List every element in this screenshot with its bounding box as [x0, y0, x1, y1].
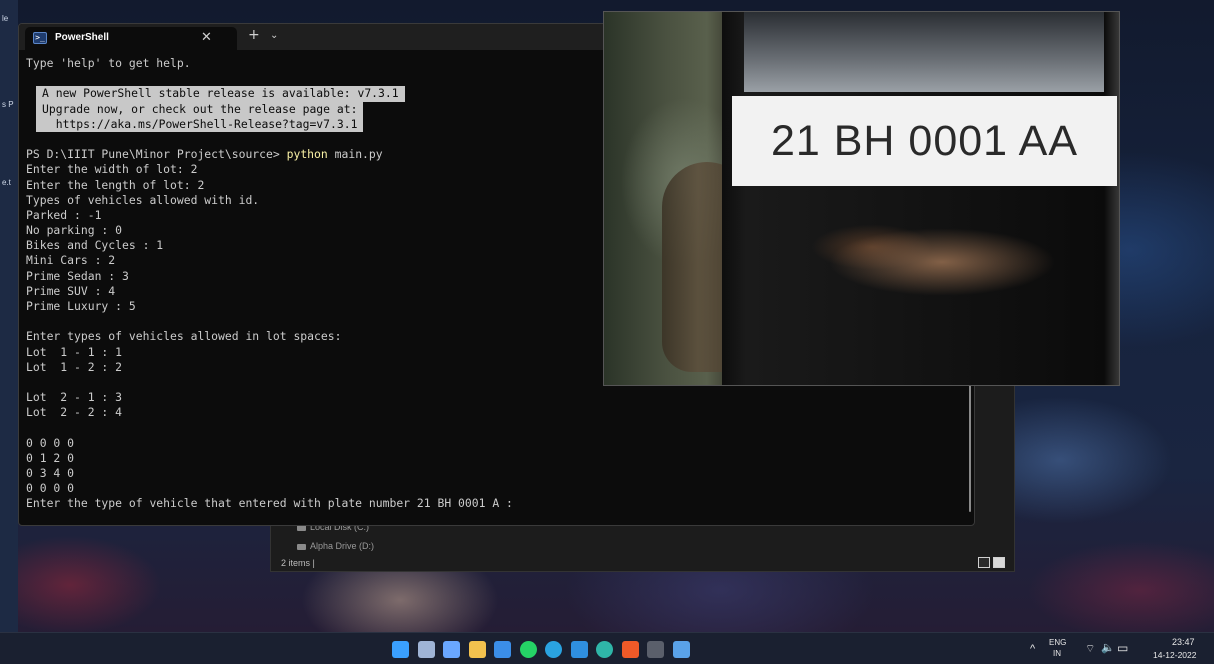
tab-powershell[interactable]: >_ PowerShell ✕ — [25, 27, 237, 50]
store-icon[interactable] — [443, 641, 460, 658]
prompt-args: main.py — [327, 147, 383, 162]
volume-icon[interactable]: 🔈 — [1101, 641, 1115, 654]
desktop-edge-label: e.t — [2, 178, 11, 187]
tray-chevron-icon[interactable]: ^ — [1030, 643, 1035, 655]
prompt-command: python — [286, 147, 328, 162]
terminal-line: Enter the type of vehicle that entered w… — [26, 496, 513, 511]
mail-icon[interactable] — [494, 641, 511, 658]
tab-title: PowerShell — [55, 32, 109, 43]
photos-icon[interactable] — [672, 641, 690, 658]
language-indicator-bottom[interactable]: IN — [1053, 649, 1061, 658]
update-notice-line: https://aka.ms/PowerShell-Release?tag=v7… — [36, 116, 364, 132]
desktop-edge-label: le — [2, 14, 9, 23]
terminal-line: 0 1 2 0 — [26, 450, 75, 465]
terminal-scrollbar[interactable] — [969, 384, 971, 512]
webcam-preview-window: 21 BH 0001 AA — [603, 11, 1120, 386]
language-indicator-top[interactable]: ENG — [1049, 638, 1066, 647]
edge-icon[interactable] — [596, 641, 613, 658]
close-tab-icon[interactable]: ✕ — [201, 30, 212, 45]
new-tab-button[interactable]: + — [248, 27, 260, 43]
terminal-line: 0 3 4 0 — [26, 466, 75, 481]
battery-icon[interactable]: ▭ — [1117, 641, 1128, 655]
details-view-button[interactable] — [978, 557, 990, 568]
explorer-status-text: 2 items | — [281, 558, 315, 568]
update-notice-line: Upgrade now, or check out the release pa… — [36, 101, 364, 117]
license-plate-image: 21 BH 0001 AA — [732, 96, 1117, 186]
prompt-path: PS D:\IIIT Pune\Minor Project\source> — [26, 147, 287, 162]
brave-icon[interactable] — [621, 641, 639, 658]
terminal-line: Lot 2 - 1 : 3 — [26, 390, 123, 405]
desktop-edge-label: s P — [2, 100, 14, 109]
tiles-view-button[interactable] — [993, 557, 1005, 568]
update-notice-line: A new PowerShell stable release is avail… — [36, 86, 405, 102]
drive-icon — [297, 543, 306, 550]
start-icon[interactable] — [392, 641, 409, 658]
clock-date[interactable]: 14-12-2022 — [1153, 650, 1196, 660]
chevron-down-icon[interactable]: ⌄ — [270, 30, 278, 41]
powershell-icon: >_ — [33, 32, 47, 44]
terminal-icon[interactable] — [647, 641, 664, 658]
vscode-icon[interactable] — [570, 641, 588, 658]
alpha-drive-d-item[interactable]: Alpha Drive (D:) — [297, 541, 374, 551]
terminal-line: Lot 2 - 2 : 4 — [26, 405, 123, 420]
phone-screen-glare — [744, 12, 1104, 92]
task-view-icon[interactable] — [417, 641, 435, 658]
desktop-left-edge: le s P e.t — [0, 0, 18, 632]
phone-texture — [792, 207, 1102, 307]
clock-time[interactable]: 23:47 — [1172, 637, 1195, 647]
whatsapp-icon[interactable] — [519, 641, 537, 658]
file-explorer-icon[interactable] — [468, 641, 486, 658]
wifi-icon[interactable]: ⌔ — [1085, 642, 1095, 656]
taskbar: ^ ENG IN ⌔ 🔈 ▭ 23:47 14-12-2022 — [0, 632, 1214, 664]
telegram-icon[interactable] — [545, 641, 562, 658]
license-plate-text: 21 BH 0001 AA — [770, 116, 1079, 165]
terminal-line: 0 0 0 0 — [26, 481, 75, 496]
drive-label: Alpha Drive (D:) — [310, 541, 375, 551]
terminal-line: 0 0 0 0 — [26, 435, 75, 450]
